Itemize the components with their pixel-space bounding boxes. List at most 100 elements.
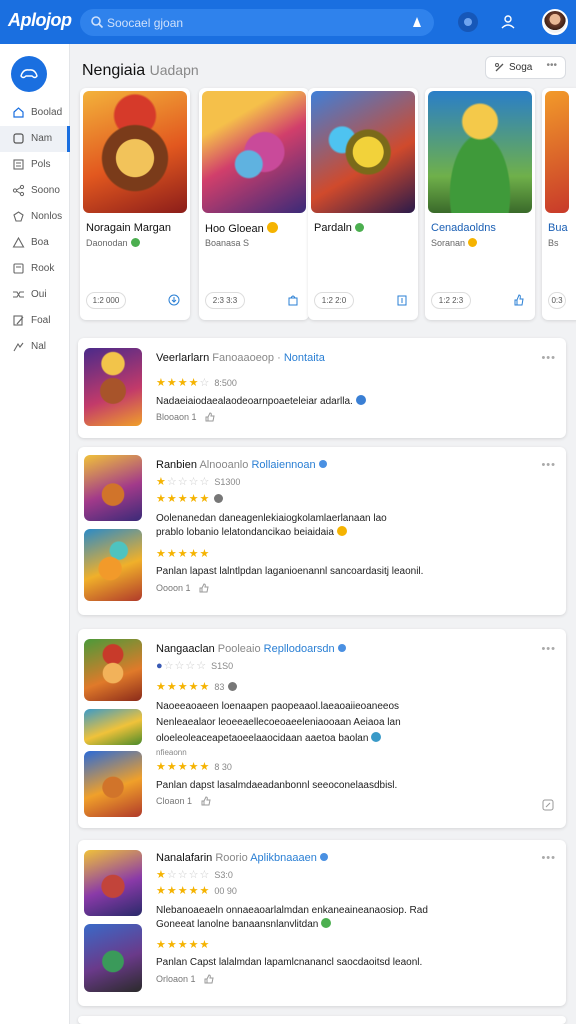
game-artwork: [428, 91, 532, 213]
game-card[interactable]: Bua Bs 0:3: [542, 88, 576, 320]
review-game-link[interactable]: Rollaiennoan: [251, 459, 315, 471]
review-text: Goneeat lanolne banaansnlanvlitdan: [156, 918, 332, 932]
reviewer-name[interactable]: Veerlarlarn: [156, 352, 209, 364]
review-text-line: oloeleoleaceapetaoeelaaocidaan aaetoa ba…: [156, 733, 369, 744]
review-text-line: Oolenanedan daneagenlekiaiogkolamlaerlan…: [156, 513, 387, 524]
review-card: [78, 1016, 566, 1024]
profile-menu-button[interactable]: [498, 12, 518, 32]
review-text: Nlebanoaeaeln onnaeaoarlalmdan enkaneain…: [156, 904, 428, 918]
review-source: Roorio: [215, 852, 248, 864]
bookmark-icon[interactable]: [396, 294, 408, 306]
review-text-line: Naoeeaoaeen loenaapen paopeaaol.laeaoaii…: [156, 701, 400, 712]
review-text-line: Goneeat lanolne banaansnlanvlitdan: [156, 919, 319, 930]
review-text-line: Panlan lapast lalntlpdan laganioenannl s…: [156, 566, 424, 577]
star-rating: ★★★★☆ 8:500: [156, 377, 237, 389]
review-game-link[interactable]: Nontaita: [284, 352, 325, 364]
game-thumbnail[interactable]: [84, 924, 142, 992]
thumbs-up-icon[interactable]: [513, 294, 525, 306]
thumbs-up-icon[interactable]: [199, 583, 209, 593]
download-icon[interactable]: [168, 294, 180, 306]
verified-icon: [318, 460, 327, 468]
sidebar-item-label: Foal: [31, 315, 51, 326]
search-icon: [91, 16, 104, 29]
list-icon: [13, 159, 24, 170]
review-game-link[interactable]: Repllodoarsdn: [264, 643, 335, 655]
review-title: Ranbien Alnooanlo Rollaiennoan: [156, 459, 327, 471]
game-card[interactable]: Pardaln 1:2 2:0: [308, 88, 418, 320]
game-thumbnail[interactable]: [84, 529, 142, 601]
emoji-icon: [355, 395, 366, 405]
game-subtitle-text: Soranan: [431, 238, 466, 248]
star-rating: ★☆☆☆☆ S1300: [156, 476, 241, 488]
game-thumbnail[interactable]: [84, 455, 142, 521]
shuffle-icon: [13, 291, 24, 298]
sort-label: Soga: [509, 62, 533, 73]
reviewer-name[interactable]: Ranbien: [156, 459, 197, 471]
expand-icon[interactable]: [542, 799, 554, 811]
voice-search-icon[interactable]: [410, 15, 424, 29]
review-text: Nenleaealaor leoeeaellecoeoaeeleniaooaan…: [156, 716, 401, 730]
reviewer-name[interactable]: Nanalafarin: [156, 852, 212, 864]
game-controller-icon: [20, 69, 38, 79]
game-stat-pill: 2:3 3:3: [205, 292, 245, 309]
more-options-icon[interactable]: •••: [541, 643, 556, 655]
helpful-count: Orloaon 1: [156, 974, 196, 984]
sidebar-item-foal[interactable]: Foal: [0, 308, 70, 334]
bookmark-icon: [13, 211, 24, 222]
star-rating: ★★★★★: [156, 492, 224, 505]
sidebar-item-pols[interactable]: Pols: [0, 152, 70, 178]
rating-value: 00 90: [214, 886, 237, 896]
sidebar-logo[interactable]: [11, 56, 47, 92]
game-thumbnail[interactable]: [84, 709, 142, 745]
review-text: Panlan lapast lalntlpdan laganioenannl s…: [156, 565, 423, 579]
game-title-text: Pardaln: [314, 222, 352, 234]
info-icon: [228, 682, 238, 691]
sidebar-item-soono[interactable]: Soono: [0, 178, 70, 204]
game-artwork: [202, 91, 306, 213]
sidebar-item-nonlos[interactable]: Nonlos: [0, 204, 70, 230]
sidebar-item-home[interactable]: Boolad: [0, 100, 70, 126]
sort-more-icon: •••: [546, 60, 557, 71]
rating-value: 83: [214, 682, 225, 692]
more-options-icon[interactable]: •••: [541, 352, 556, 364]
game-subtitle: Soranan: [431, 238, 478, 248]
game-thumbnail[interactable]: [84, 850, 142, 916]
review-source: Fanoaaoeop: [212, 352, 275, 364]
search-input[interactable]: Soocael gjoan: [107, 16, 183, 30]
game-thumbnail[interactable]: [84, 751, 142, 817]
reviewer-name[interactable]: Nangaaclan: [156, 643, 215, 655]
sidebar-item-boa[interactable]: Boa: [0, 230, 70, 256]
sort-button[interactable]: Soga •••: [485, 56, 566, 79]
game-title: Noragain Margan: [86, 222, 171, 234]
review-title: Veerlarlarn Fanoaaoeop · Nontaita: [156, 352, 325, 364]
bag-icon[interactable]: [287, 294, 299, 306]
game-artwork: [83, 91, 187, 213]
game-card[interactable]: Hoo Gloean Boanasa S 2:3 3:3: [199, 88, 309, 320]
more-options-icon[interactable]: •••: [541, 459, 556, 471]
thumbs-up-icon[interactable]: [204, 974, 214, 984]
game-thumbnail[interactable]: [84, 639, 142, 701]
thumbs-up-icon[interactable]: [205, 412, 215, 422]
sidebar-item-nal[interactable]: Nal: [0, 334, 70, 360]
review-text-line: Nenleaealaor leoeeaellecoeoaeeleniaooaan…: [156, 717, 401, 728]
thumbs-up-icon[interactable]: [201, 796, 211, 806]
game-card[interactable]: Cenadaoldns Soranan 1:2 2:3: [425, 88, 535, 320]
review-meta: Blooaon 1: [156, 412, 215, 422]
triangle-icon: [12, 236, 25, 248]
sidebar-item-label: Oui: [31, 289, 47, 300]
search-bar[interactable]: Soocael gjoan: [80, 9, 434, 36]
sidebar-item-rook[interactable]: Rook: [0, 256, 70, 282]
review-card: Veerlarlarn Fanoaaoeop · Nontaita ••• ★★…: [78, 338, 566, 438]
rating-value: S1S0: [211, 661, 234, 671]
game-card[interactable]: Noragain Margan Daonodan 1:2 000: [80, 88, 190, 320]
avatar[interactable]: [542, 9, 568, 35]
page-title: Nengiaia Uadapn: [82, 62, 199, 80]
game-thumbnail[interactable]: [84, 348, 142, 426]
bell-icon: [464, 18, 472, 26]
sidebar-item-apps[interactable]: Nam: [0, 126, 70, 152]
sidebar-item-oui[interactable]: Oui: [0, 282, 70, 308]
app-logo[interactable]: Aplojop: [8, 10, 72, 31]
notification-button[interactable]: [458, 12, 478, 32]
review-game-link[interactable]: Aplikbnaaaen: [250, 852, 317, 864]
more-options-icon[interactable]: •••: [541, 852, 556, 864]
